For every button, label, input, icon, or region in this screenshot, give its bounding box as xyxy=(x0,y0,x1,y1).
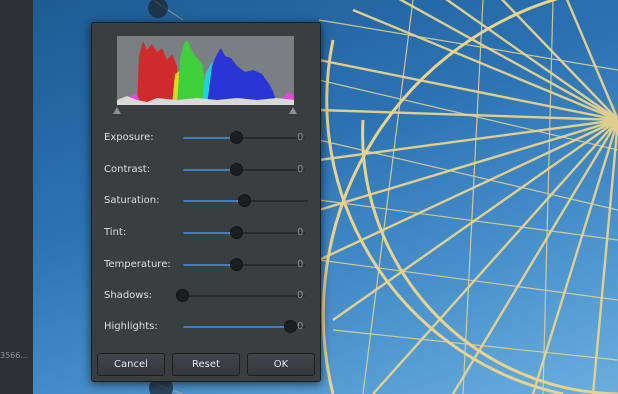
highlights-slider-knob[interactable] xyxy=(284,320,297,333)
contrast-row: Contrast: 0 xyxy=(92,162,320,178)
histogram xyxy=(117,36,294,105)
color-adjust-dialog: Exposure: 0 Contrast: 0 Saturation: Tint… xyxy=(91,22,321,382)
reset-button[interactable]: Reset xyxy=(172,353,240,376)
highlights-slider[interactable] xyxy=(183,320,305,333)
shadows-label: Shadows: xyxy=(104,290,153,301)
exposure-slider[interactable] xyxy=(183,131,305,144)
contrast-label: Contrast: xyxy=(104,164,151,175)
exposure-label: Exposure: xyxy=(104,132,154,143)
shadows-slider-knob[interactable] xyxy=(176,289,189,302)
shadows-row: Shadows: 0 xyxy=(92,288,320,304)
exposure-row: Exposure: 0 xyxy=(92,130,320,146)
saturation-row: Saturation: xyxy=(92,193,320,209)
shadows-value: 0 xyxy=(297,290,304,301)
ok-button[interactable]: OK xyxy=(247,353,315,376)
temperature-slider-knob[interactable] xyxy=(230,258,243,271)
temperature-slider[interactable] xyxy=(183,258,305,271)
cancel-button[interactable]: Cancel xyxy=(97,353,165,376)
dialog-button-bar: Cancel Reset OK xyxy=(97,353,315,376)
app-sidebar: 3566... xyxy=(0,0,34,394)
exposure-value: 0 xyxy=(297,132,304,143)
highlights-row: Highlights: 0 xyxy=(92,319,320,335)
contrast-slider-knob[interactable] xyxy=(230,163,243,176)
saturation-label: Saturation: xyxy=(104,195,160,206)
saturation-slider[interactable] xyxy=(183,194,308,207)
photo-metadata-text: 3566... xyxy=(0,351,28,360)
temperature-label: Temperature: xyxy=(104,259,171,270)
temperature-value: 0 xyxy=(297,259,304,270)
tint-slider[interactable] xyxy=(183,226,305,239)
contrast-slider[interactable] xyxy=(183,163,305,176)
histogram-low-handle[interactable] xyxy=(113,107,121,114)
histogram-high-handle[interactable] xyxy=(289,107,297,114)
saturation-slider-knob[interactable] xyxy=(238,194,251,207)
tint-slider-knob[interactable] xyxy=(230,226,243,239)
contrast-value: 0 xyxy=(297,164,304,175)
highlights-value: 0 xyxy=(297,321,304,332)
tint-row: Tint: 0 xyxy=(92,225,320,241)
temperature-row: Temperature: 0 xyxy=(92,257,320,273)
exposure-slider-knob[interactable] xyxy=(230,131,243,144)
tint-label: Tint: xyxy=(104,227,127,238)
tint-value: 0 xyxy=(297,227,304,238)
photo-editor: 3566... Exposure: 0 Contrast: 0 Saturati… xyxy=(0,0,618,394)
highlights-label: Highlights: xyxy=(104,321,158,332)
shadows-slider[interactable] xyxy=(176,289,305,302)
